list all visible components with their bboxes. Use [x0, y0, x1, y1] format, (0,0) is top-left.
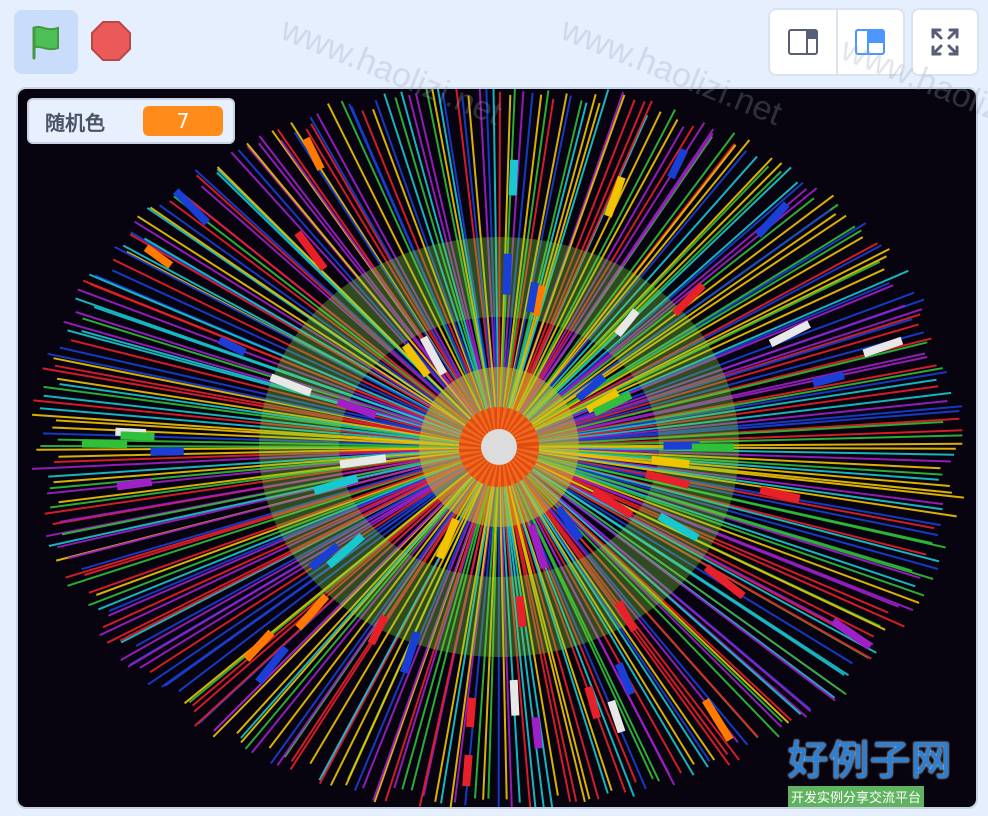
dash	[502, 253, 512, 295]
dash	[120, 431, 155, 441]
green-flag-button[interactable]	[14, 10, 78, 74]
variable-value: 7	[143, 106, 223, 136]
stage-size-toggle	[768, 8, 905, 76]
small-stage-icon	[787, 29, 818, 55]
dash	[525, 281, 539, 313]
fullscreen-icon	[931, 28, 959, 56]
large-stage-icon	[855, 29, 886, 55]
radial-burst-drawing	[31, 89, 965, 807]
dash	[531, 716, 543, 749]
stage-canvas[interactable]	[16, 87, 978, 809]
fullscreen-button[interactable]	[911, 8, 979, 76]
dash	[584, 686, 601, 720]
dash	[508, 159, 519, 196]
dash	[81, 439, 128, 449]
dash	[465, 697, 477, 728]
stage-player: 随机色 7 www.haolizi.net www.haolizi.net ww…	[0, 0, 988, 816]
burst-center	[481, 429, 517, 465]
green-flag-icon	[32, 25, 59, 60]
dash	[651, 455, 690, 469]
stop-button[interactable]	[86, 16, 136, 66]
dash	[462, 754, 473, 787]
stop-sign-icon	[91, 21, 131, 61]
normal-stage-button[interactable]	[835, 10, 904, 74]
variable-name: 随机色	[45, 110, 105, 135]
dash	[116, 477, 153, 491]
dash	[150, 447, 184, 456]
small-stage-button[interactable]	[770, 10, 836, 74]
dash	[509, 679, 520, 716]
dash	[515, 595, 527, 628]
variable-monitor: 随机色 7	[27, 98, 235, 144]
